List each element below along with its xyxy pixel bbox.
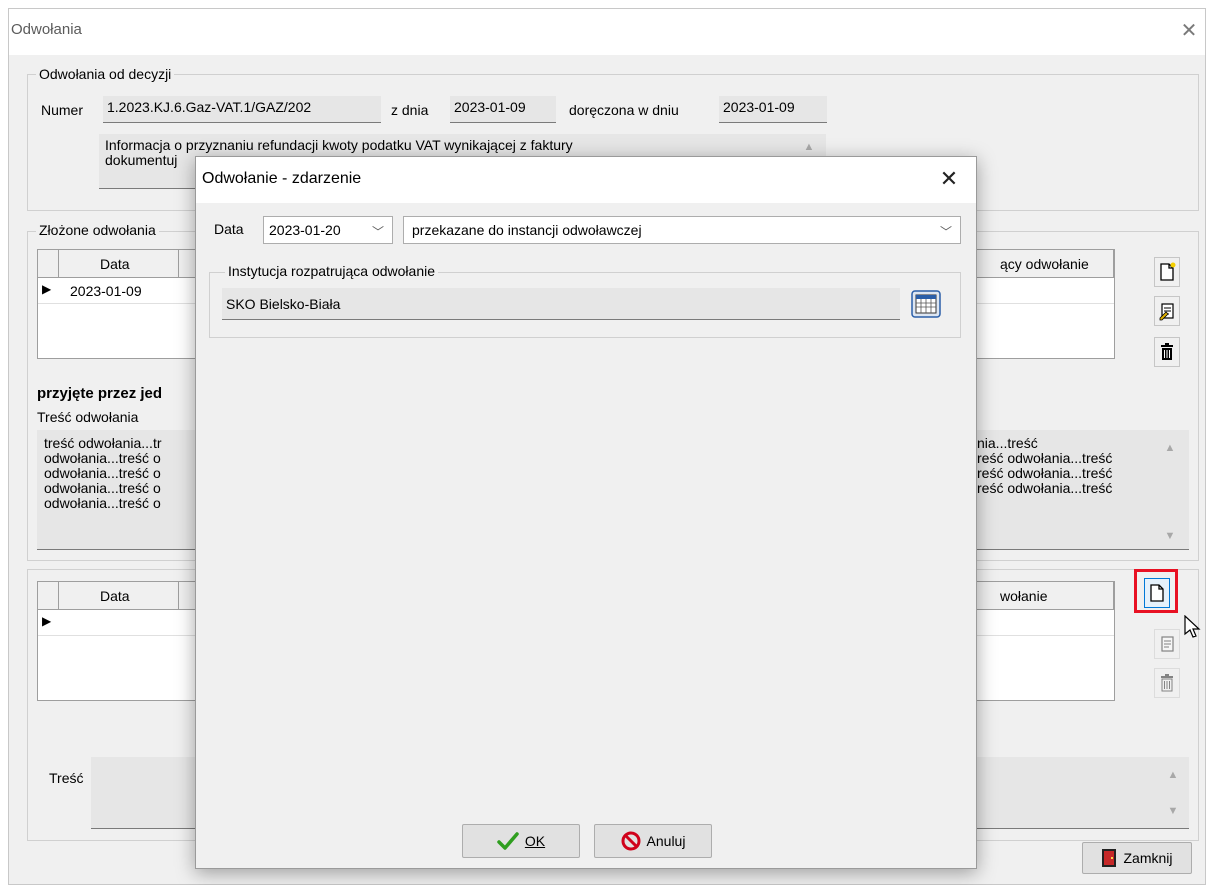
scroll-up-icon[interactable]: ▲: [801, 141, 817, 153]
close-button[interactable]: Zamknij: [1082, 842, 1192, 874]
col-data-header[interactable]: Data: [100, 588, 130, 604]
scroll-down-icon[interactable]: ▼: [1162, 530, 1178, 542]
tresc-label: Treść: [49, 770, 84, 786]
checkmark-icon: [497, 832, 519, 850]
content-left-line: odwołania...treść o: [44, 480, 161, 496]
submitted-appeals-label: Złożone odwołania: [36, 222, 159, 238]
content-right-line: reść odwołania...treść: [977, 450, 1113, 466]
content-right-line: reść odwołania...treść: [977, 480, 1113, 496]
numer-label: Numer: [41, 102, 84, 118]
scroll-down-icon[interactable]: ▼: [1165, 805, 1181, 817]
z-dnia-field[interactable]: 2023-01-09: [450, 96, 556, 123]
door-exit-icon: [1102, 849, 1117, 867]
content-left-line: treść odwołania...tr: [44, 435, 162, 451]
dialog-title: Odwołanie - zdarzenie: [202, 170, 362, 187]
appeal-content-label: Treść odwołania: [37, 409, 139, 425]
close-icon[interactable]: ✕: [936, 166, 962, 192]
trash-icon[interactable]: [1154, 337, 1180, 367]
row-date-cell: 2023-01-09: [70, 283, 142, 299]
row-pointer-icon: ▶: [42, 614, 52, 628]
cancel-icon: [621, 831, 641, 851]
close-icon[interactable]: ✕: [1177, 19, 1201, 43]
scroll-up-icon[interactable]: ▲: [1162, 442, 1178, 454]
data-label: Data: [214, 221, 244, 237]
main-window-title: Odwołania: [11, 21, 82, 38]
numer-field[interactable]: 1.2023.KJ.6.Gaz-VAT.1/GAZ/202: [103, 96, 381, 123]
ok-button-label: OK: [524, 833, 546, 849]
accepted-by-label: przyjęte przez jed: [37, 385, 163, 402]
content-right-line: nia...treść: [977, 435, 1038, 451]
doreczona-field[interactable]: 2023-01-09: [719, 96, 827, 123]
dialog-title-bar: Odwołanie - zdarzenie ✕: [196, 157, 976, 203]
new-document-icon[interactable]: [1144, 578, 1170, 608]
content-right-line: reść odwołania...treść: [977, 465, 1113, 481]
institution-field[interactable]: SKO Bielsko-Biała: [222, 288, 900, 320]
cancel-button-label: Anuluj: [646, 833, 686, 849]
col-submitter-header[interactable]: ący odwołanie: [1000, 256, 1089, 272]
row-pointer-icon: ▶: [42, 282, 52, 296]
cancel-button[interactable]: Anuluj: [594, 824, 712, 858]
edit-document-icon[interactable]: [1154, 296, 1180, 326]
date-value: 2023-01-20: [269, 222, 341, 238]
event-dialog: Odwołanie - zdarzenie ✕ Data 2023-01-20 …: [195, 156, 977, 869]
status-value: przekazane do instancji odwoławczej: [412, 222, 642, 238]
edit-document-icon[interactable]: [1154, 629, 1180, 659]
info-line-1: Informacja o przyznaniu refundacji kwoty…: [105, 137, 573, 153]
ok-button[interactable]: OK: [462, 824, 580, 858]
trash-icon[interactable]: [1154, 668, 1180, 698]
new-document-icon[interactable]: [1154, 257, 1180, 287]
appeals-group-label: Odwołania od decyzji: [36, 66, 175, 82]
chevron-down-icon[interactable]: ﹀: [372, 223, 384, 240]
content-left-line: odwołania...treść o: [44, 465, 161, 481]
col-institution-header[interactable]: wołanie: [1000, 588, 1047, 604]
col-data-header[interactable]: Data: [100, 256, 130, 272]
institution-group-label: Instytucja rozpatrująca odwołanie: [225, 263, 439, 279]
content-left-line: odwołania...treść o: [44, 495, 161, 511]
close-button-label: Zamknij: [1123, 850, 1173, 866]
date-picker[interactable]: 2023-01-20 ﹀: [263, 216, 393, 244]
chevron-down-icon[interactable]: ﹀: [940, 223, 952, 240]
new-event-highlight: [1134, 569, 1204, 638]
z-dnia-label: z dnia: [391, 102, 429, 118]
main-title-bar: Odwołania ✕: [9, 9, 1205, 55]
scroll-up-icon[interactable]: ▲: [1165, 769, 1181, 781]
calendar-icon[interactable]: [908, 288, 944, 320]
content-left-line: odwołania...treść o: [44, 450, 161, 466]
status-select[interactable]: przekazane do instancji odwoławczej ﹀: [403, 216, 961, 244]
doreczona-label: doręczona w dniu: [569, 102, 679, 118]
mouse-cursor-icon: [1184, 615, 1201, 638]
